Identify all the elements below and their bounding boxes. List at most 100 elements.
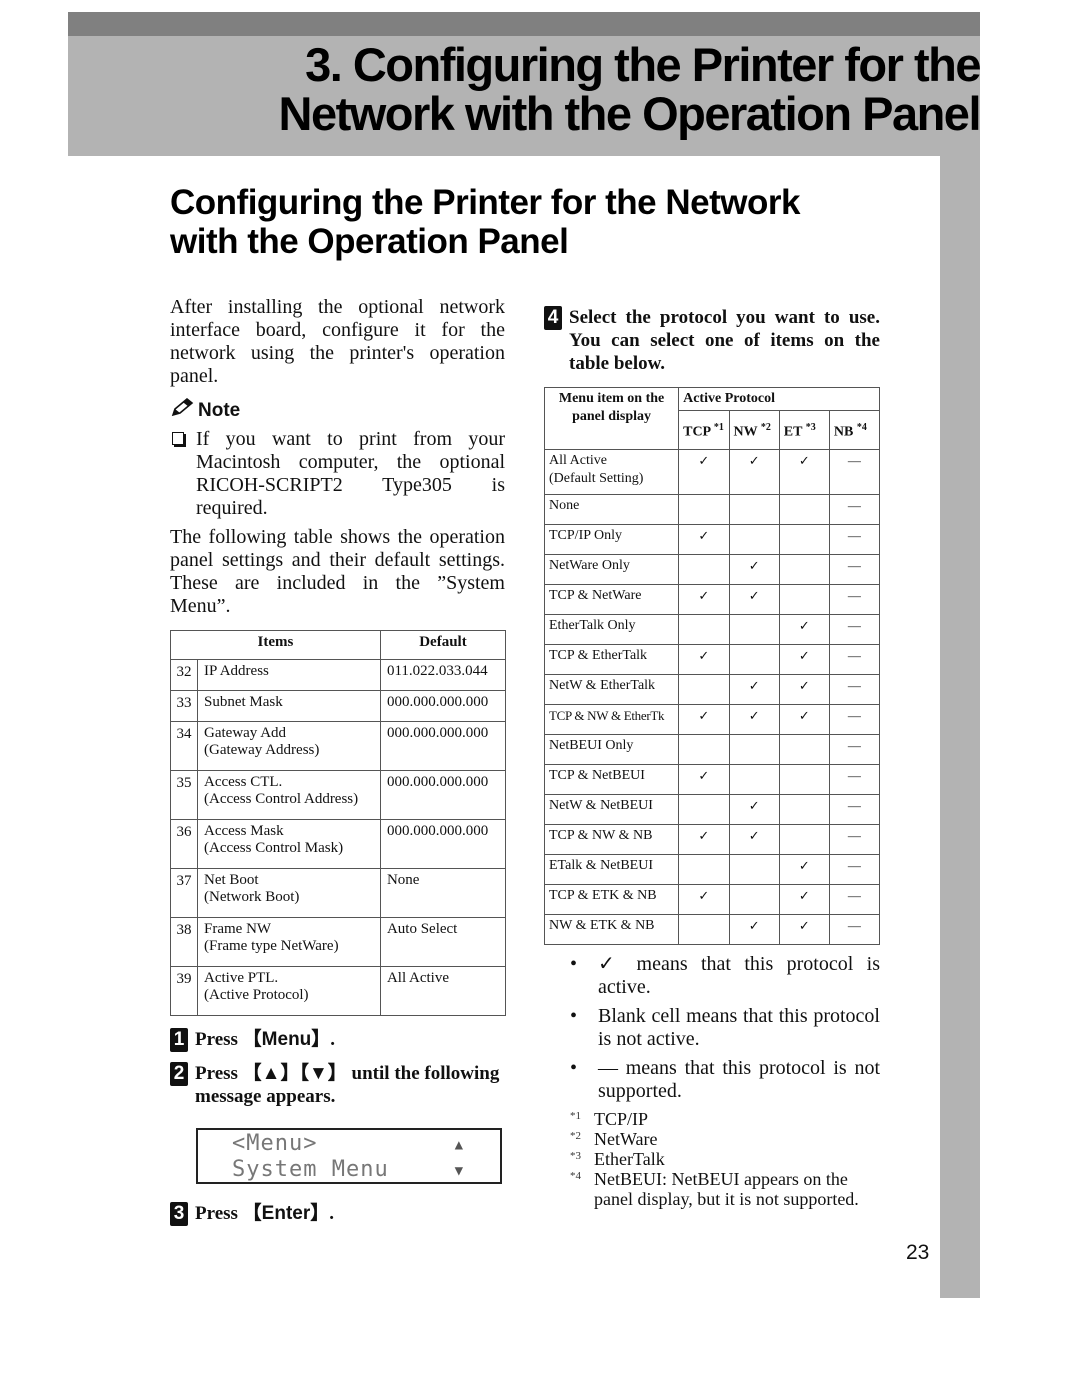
protocol-row: TCP & EtherTalk ✓ ✓ — [543, 644, 881, 675]
protocol-nb-cell: — [828, 824, 881, 855]
item-name: Frame NW [204, 921, 272, 937]
menu-item-cell: NetBEUI Only [543, 734, 680, 765]
menu-item-cell: EtherTalk Only [543, 614, 680, 645]
menu-item-note: (Default Setting) [549, 471, 644, 486]
item-name: Access Mask [204, 823, 284, 839]
item-number: 37 [170, 868, 198, 918]
protocol-nb-cell: — [828, 584, 881, 615]
menu-item-name: TCP & NetWare [549, 588, 642, 603]
protocol-nw-cell: ✓ [728, 674, 780, 705]
protocol-et-cell [778, 584, 830, 615]
menu-item-name: TCP & NetBEUI [549, 768, 645, 783]
enter-key: 【Enter】 [242, 1203, 330, 1224]
protocol-nb-cell: — [828, 854, 881, 885]
protocol-row: NetBEUI Only — [543, 734, 881, 765]
item-full-name: (Gateway Address) [204, 742, 320, 758]
legend-list: • ✓ means that this protocol is active. •… [544, 953, 880, 1103]
lcd-panel-display: <Menu> System Menu ▲ ▼ [196, 1128, 502, 1184]
item-name: Access CTL. [204, 774, 283, 790]
protocol-nb-cell: — [828, 524, 881, 555]
item-default: 000.000.000.000 [379, 770, 507, 820]
protocol-column-header: TCP *1 [678, 410, 730, 450]
protocol-tcp-cell [678, 554, 730, 585]
bullet-icon: • [570, 953, 578, 975]
lcd-down-arrow-icon: ▼ [454, 1163, 464, 1179]
protocol-et-cell [778, 494, 830, 525]
legend-text: Blank cell means that this protocol is n… [598, 1005, 880, 1050]
menu-item-name: TCP & NW & EtherTk [549, 708, 665, 723]
menu-item-name: None [549, 498, 580, 513]
item-name: Subnet Mask [204, 694, 283, 710]
item-name-cell: Subnet Mask [197, 690, 381, 722]
footnote: *3 EtherTalk [570, 1149, 880, 1169]
protocol-nw-cell: ✓ [728, 824, 780, 855]
footnote-text: TCP/IP [594, 1109, 649, 1129]
footnote-mark: *4 [570, 1170, 581, 1182]
protocol-tcp-cell [678, 614, 730, 645]
menu-item-name: NetW & EtherTalk [549, 678, 656, 693]
protocol-tcp-cell: ✓ [678, 824, 730, 855]
chapter-title-line2: Network with the Operation Panel [278, 87, 982, 140]
menu-item-cell: NetW & NetBEUI [543, 794, 680, 825]
protocol-row: NetW & EtherTalk ✓ ✓ — [543, 674, 881, 705]
protocol-nw-cell: ✓ [728, 449, 780, 495]
lcd-up-arrow-icon: ▲ [454, 1137, 464, 1153]
protocol-et-cell: ✓ [778, 644, 830, 675]
protocol-tcp-cell: ✓ [678, 704, 730, 735]
protocol-nw-cell: ✓ [728, 704, 780, 735]
protocol-table: Menu item on the panel display Active Pr… [543, 387, 881, 945]
protocol-tcp-cell [678, 794, 730, 825]
protocol-et-cell [778, 734, 830, 765]
column-footnote-ref: *3 [805, 421, 816, 433]
protocol-tcp-cell: ✓ [678, 524, 730, 555]
item-name-cell: IP Address [197, 659, 381, 691]
protocol-nw-cell [728, 734, 780, 765]
protocol-nb-cell: — [828, 449, 881, 495]
protocol-tcp-cell: ✓ [678, 449, 730, 495]
menu-item-name: ETalk & NetBEUI [549, 858, 653, 873]
protocol-nb-cell: — [828, 764, 881, 795]
arrow-keys: 【▲】【▼】 [242, 1063, 347, 1084]
protocol-tcp-cell [678, 734, 730, 765]
note-text: If you want to print from your Macintosh… [196, 428, 505, 519]
protocol-row: TCP & NetBEUI ✓ — [543, 764, 881, 795]
footnote-text: NetWare [594, 1129, 658, 1149]
settings-row: 36 Access Mask (Access Control Mask) 000.00… [170, 819, 507, 869]
item-default: All Active [379, 966, 507, 1016]
lcd-scroll-indicators: ▲ ▼ [455, 1132, 464, 1184]
step-number-1-icon: 1 [170, 1028, 188, 1052]
note-label: Note [198, 400, 241, 421]
default-header: Default [379, 630, 507, 660]
legend-item: • — means that this protocol is not suppo… [544, 1057, 880, 1103]
step-number-4-icon: 4 [544, 306, 562, 330]
protocol-nw-cell [728, 524, 780, 555]
footnote-mark: *2 [570, 1130, 581, 1142]
protocol-nb-cell: — [828, 644, 881, 675]
item-name-cell: Active PTL. (Active Protocol) [197, 966, 381, 1016]
item-name-cell: Gateway Add (Gateway Address) [197, 721, 381, 771]
settings-row: 35 Access CTL. (Access Control Address) 000… [170, 770, 507, 820]
steps-list: 1 Press 【Menu】. 2 Press 【▲】【▼】 until the… [170, 1028, 505, 1226]
section-title-line1: Configuring the Printer for the Network [170, 183, 800, 222]
menu-item-cell: TCP & NW & NB [543, 824, 680, 855]
item-number: 35 [170, 770, 198, 820]
protocol-nb-cell: — [828, 494, 881, 525]
protocol-tcp-cell [678, 914, 730, 945]
menu-item-cell: All Active (Default Setting) [543, 449, 680, 495]
item-default: 000.000.000.000 [379, 721, 507, 771]
protocol-row: TCP & ETK & NB ✓ ✓ — [543, 884, 881, 915]
menu-key: 【Menu】 [242, 1029, 331, 1050]
item-number: 32 [170, 659, 198, 691]
chapter-title: 3. Configuring the Printer for the Netwo… [160, 40, 982, 140]
protocol-et-cell [778, 824, 830, 855]
menu-item-cell: TCP/IP Only [543, 524, 680, 555]
settings-row: 37 Net Boot (Network Boot) None [170, 868, 507, 918]
menu-item-cell: NW & ETK & NB [543, 914, 680, 945]
item-name-cell: Frame NW (Frame type NetWare) [197, 917, 381, 967]
protocol-tcp-cell: ✓ [678, 884, 730, 915]
menu-item-name: NetW & NetBEUI [549, 798, 653, 813]
step-3-text: Press 【Enter】. [195, 1202, 334, 1226]
protocol-et-cell [778, 794, 830, 825]
item-number: 38 [170, 917, 198, 967]
item-number: 36 [170, 819, 198, 869]
